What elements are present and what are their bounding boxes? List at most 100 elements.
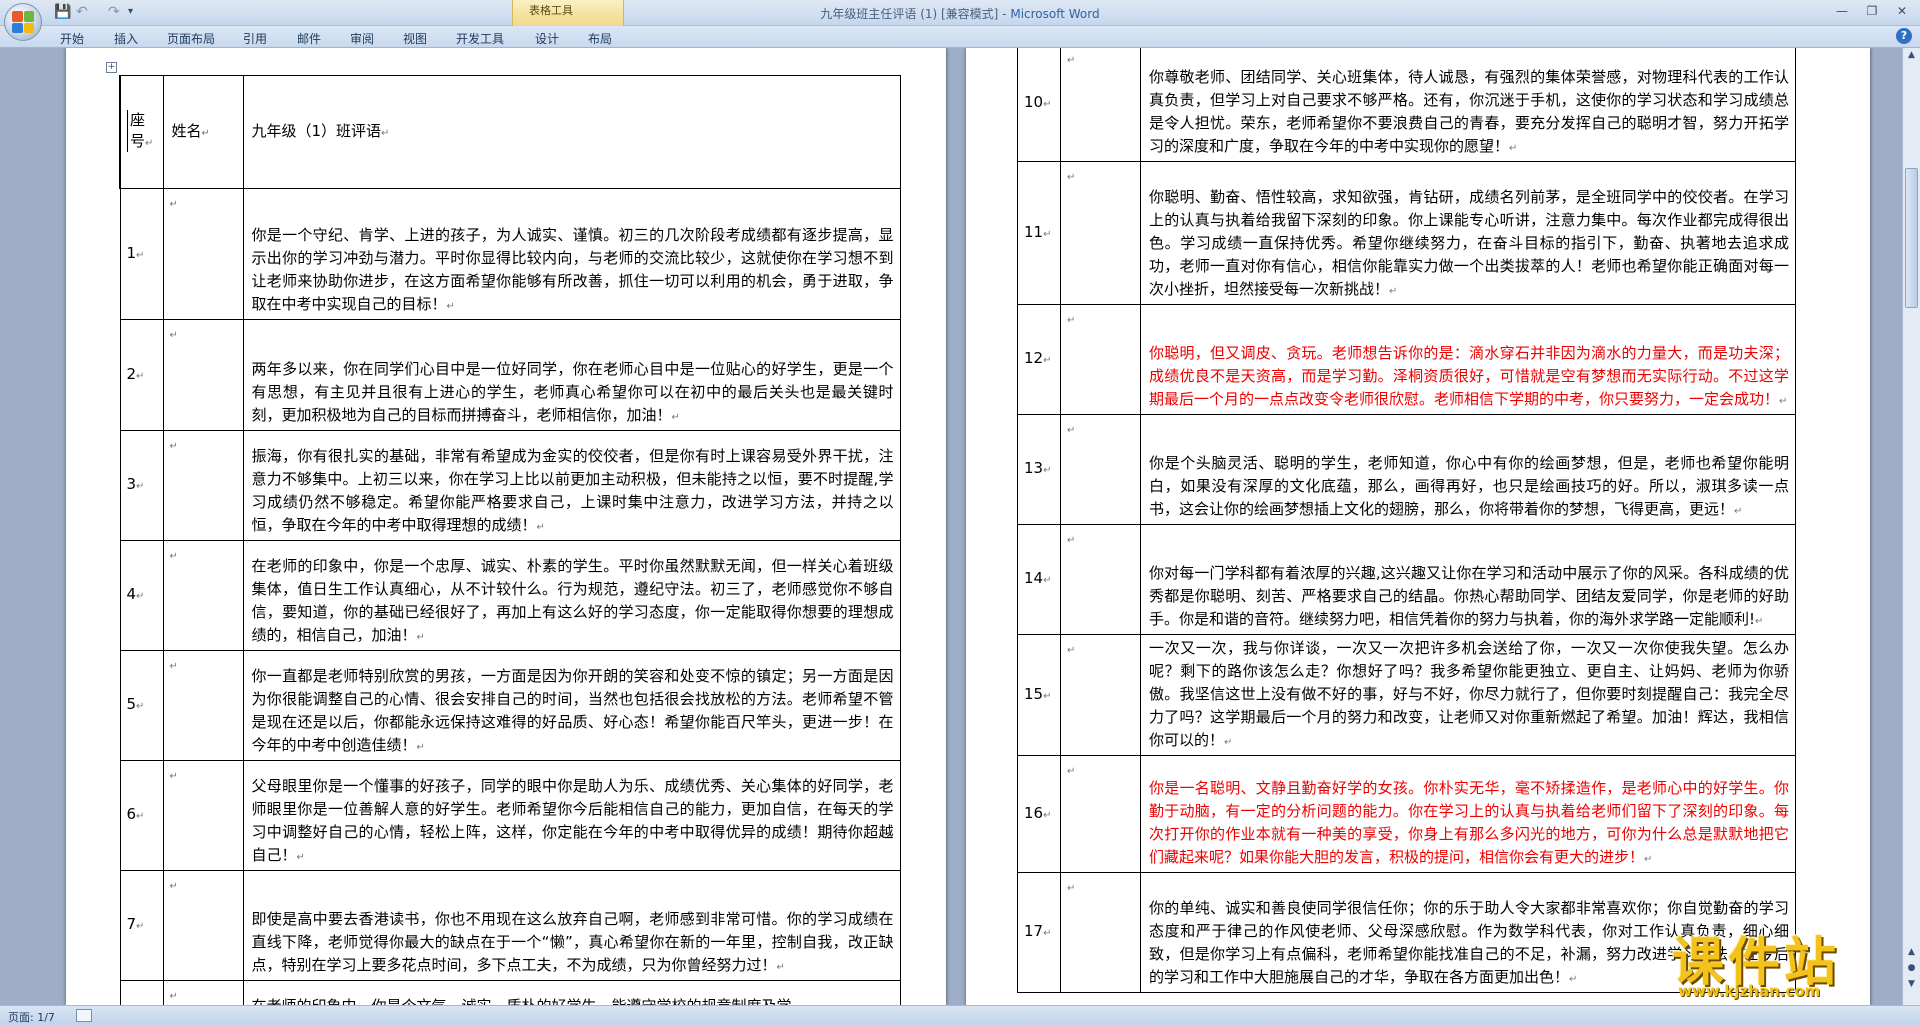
row-comment-15[interactable]: 一次又一次，我与你详谈，一次又一次把许多机会送给了你，一次又一次你使我失望。怎么…: [1140, 634, 1796, 756]
save-icon[interactable]: 💾: [54, 4, 71, 20]
table-row: 12↵ ↵ 你聪明，但又调皮、贪玩。老师想告诉你的是：滴水穿石并非因为滴水的力量…: [1017, 304, 1796, 415]
row-comment-14[interactable]: 你对每一门学科都有着浓厚的兴趣,这兴趣又让你在学习和活动中展示了你的风采。各科成…: [1140, 524, 1796, 635]
page-right: 10↵ ↵ 你尊敬老师、团结同学、关心班集体，待人诚恳，有强烈的集体荣誉感，对物…: [966, 48, 1870, 1005]
tab-insert[interactable]: 插入: [114, 30, 138, 47]
row-number-12[interactable]: 12↵: [1017, 304, 1061, 415]
header-name[interactable]: 姓名↵: [162, 75, 244, 189]
minimize-icon[interactable]: —: [1834, 3, 1850, 19]
table-row: 13↵ ↵ 你是个头脑灵活、聪明的学生，老师知道，你心中有你的绘画梦想，但是，老…: [1017, 414, 1796, 525]
row-comment-5[interactable]: 你一直都是老师特别欣赏的男孩，一方面是因为你开朗的笑容和处变不惊的镇定；另一方面…: [242, 650, 901, 761]
table-header-row: 座号↵ 姓名↵ 九年级（1）班评语↵: [119, 75, 901, 189]
redo-icon[interactable]: ↷: [108, 4, 120, 20]
tab-page-layout[interactable]: 页面布局: [167, 30, 215, 47]
row-comment-12[interactable]: 你聪明，但又调皮、贪玩。老师想告诉你的是：滴水穿石并非因为滴水的力量大，而是功夫…: [1140, 304, 1796, 415]
row-name-11[interactable]: ↵: [1060, 161, 1141, 305]
row-name-10[interactable]: ↵: [1060, 48, 1141, 162]
document-workspace: 座号↵ 姓名↵ 九年级（1）班评语↵ 1↵ ↵ 你是一个守纪、肯学、上进的孩子，…: [0, 48, 1920, 1005]
row-number-15[interactable]: 15↵: [1017, 634, 1061, 756]
table-row: 6↵ ↵ 父母眼里你是一个懂事的好孩子，同学的眼中你是助人为乐、成绩优秀、关心集…: [119, 760, 901, 871]
row-name-4[interactable]: ↵: [162, 540, 244, 651]
row-name-3[interactable]: ↵: [162, 430, 244, 541]
office-logo-icon: [12, 11, 34, 33]
window-title: 九年级班主任评语 (1) [兼容模式] - Microsoft Word: [0, 5, 1920, 22]
select-browse-object-icon[interactable]: ●: [1905, 963, 1918, 977]
row-comment-7[interactable]: 即使是高中要去香港读书，你也不用现在这么放弃自己啊，老师感到非常可惜。你的学习成…: [242, 870, 901, 981]
row-name-1[interactable]: ↵: [162, 188, 244, 320]
table-row: 5↵ ↵ 你一直都是老师特别欣赏的男孩，一方面是因为你开朗的笑容和处变不惊的镇定…: [119, 650, 901, 761]
table-row: 7↵ ↵ 即使是高中要去香港读书，你也不用现在这么放弃自己啊，老师感到非常可惜。…: [119, 870, 901, 981]
row-number-14[interactable]: 14↵: [1017, 524, 1061, 635]
row-comment-3[interactable]: 振海，你有很扎实的基础，非常有希望成为金实的佼佼者，但是你有时上课容易受外界干扰…: [242, 430, 901, 541]
row-number-17[interactable]: 17↵: [1017, 872, 1061, 993]
restore-icon[interactable]: ❐: [1864, 3, 1880, 19]
header-comment[interactable]: 九年级（1）班评语↵: [242, 75, 901, 189]
table-row: ↵ 在老师的印象中，你是个文气、诚实、质朴的好学生，能遵守学校的规章制度及学: [119, 980, 901, 1005]
row-number-16[interactable]: 16↵: [1017, 755, 1061, 873]
status-bar: 页面: 1/7: [0, 1005, 1920, 1025]
row-number-10[interactable]: 10↵: [1017, 48, 1061, 162]
row-name-6[interactable]: ↵: [162, 760, 244, 871]
row-name-15[interactable]: ↵: [1060, 634, 1141, 756]
scroll-up-icon[interactable]: ▲: [1905, 50, 1918, 64]
row-name-17[interactable]: ↵: [1060, 872, 1141, 993]
row-number-2[interactable]: 2↵: [119, 319, 164, 431]
page-indicator[interactable]: 页面: 1/7: [8, 1009, 55, 1025]
table-row: 15↵ ↵ 一次又一次，我与你详谈，一次又一次把许多机会送给了你，一次又一次你使…: [1017, 634, 1796, 756]
row-name-5[interactable]: ↵: [162, 650, 244, 761]
title-bar: 九年级班主任评语 (1) [兼容模式] - Microsoft Word 💾 ↶…: [0, 0, 1920, 26]
document-name: 九年级班主任评语 (1) [兼容模式]: [820, 7, 999, 21]
row-number-6[interactable]: 6↵: [119, 760, 164, 871]
row-comment-4[interactable]: 在老师的印象中，你是一个忠厚、诚实、朴素的学生。平时你虽然默默无闻，但一样关心着…: [242, 540, 901, 651]
row-comment-13[interactable]: 你是个头脑灵活、聪明的学生，老师知道，你心中有你的绘画梦想，但是，老师也希望你能…: [1140, 414, 1796, 525]
row-number-1[interactable]: 1↵: [119, 188, 164, 320]
row-comment-10[interactable]: 你尊敬老师、团结同学、关心班集体，待人诚恳，有强烈的集体荣誉感，对物理科代表的工…: [1140, 48, 1796, 162]
previous-page-icon[interactable]: ▲: [1905, 947, 1918, 961]
row-comment-2[interactable]: 两年多以来，你在同学们心目中是一位好同学，你在老师心目中是一位贴心的好学生，更是…: [242, 319, 901, 431]
tab-home[interactable]: 开始: [60, 30, 84, 47]
scroll-thumb[interactable]: [1905, 168, 1918, 308]
row-name-2[interactable]: ↵: [162, 319, 244, 431]
tab-view[interactable]: 视图: [403, 30, 427, 47]
proofing-icon[interactable]: [76, 1009, 92, 1022]
row-number-5[interactable]: 5↵: [119, 650, 164, 761]
row-name-7[interactable]: ↵: [162, 870, 244, 981]
row-name-16[interactable]: ↵: [1060, 755, 1141, 873]
row-number-3[interactable]: 3↵: [119, 430, 164, 541]
site-watermark: 课件站 www.kjzhan.com: [1672, 920, 1904, 1005]
vertical-scrollbar[interactable]: ▲ ▲ ● ▼: [1902, 48, 1920, 1005]
undo-icon[interactable]: ↶: [76, 4, 88, 20]
row-comment-16[interactable]: 你是一名聪明、文静且勤奋好学的女孩。你朴实无华，毫不矫揉造作，是老师心中的好学生…: [1140, 755, 1796, 873]
evaluation-table-left: 座号↵ 姓名↵ 九年级（1）班评语↵ 1↵ ↵ 你是一个守纪、肯学、上进的孩子，…: [119, 75, 901, 1005]
next-page-icon[interactable]: ▼: [1905, 979, 1918, 993]
tab-developer[interactable]: 开发工具: [456, 30, 504, 47]
row-name-12[interactable]: ↵: [1060, 304, 1141, 415]
row-number-8[interactable]: [119, 980, 164, 1005]
table-move-handle-icon[interactable]: +: [106, 62, 117, 73]
row-comment-1[interactable]: 你是一个守纪、肯学、上进的孩子，为人诚实、谨慎。初三的几次阶段考成绩都有逐步提高…: [242, 188, 901, 320]
tab-references[interactable]: 引用: [243, 30, 267, 47]
row-number-7[interactable]: 7↵: [119, 870, 164, 981]
app-name: Microsoft Word: [1010, 7, 1100, 21]
header-number[interactable]: 座号↵: [119, 75, 164, 189]
row-number-11[interactable]: 11↵: [1017, 161, 1061, 305]
row-comment-11[interactable]: 你聪明、勤奋、悟性较高，求知欲强，肯钻研，成绩名列前茅，是全班同学中的佼佼者。在…: [1140, 161, 1796, 305]
office-button[interactable]: [4, 3, 42, 41]
close-icon[interactable]: ✕: [1894, 3, 1910, 19]
row-number-13[interactable]: 13↵: [1017, 414, 1061, 525]
evaluation-table-right: 10↵ ↵ 你尊敬老师、团结同学、关心班集体，待人诚恳，有强烈的集体荣誉感，对物…: [1017, 48, 1796, 993]
tab-mailings[interactable]: 邮件: [297, 30, 321, 47]
row-name-13[interactable]: ↵: [1060, 414, 1141, 525]
row-number-4[interactable]: 4↵: [119, 540, 164, 651]
tab-review[interactable]: 审阅: [350, 30, 374, 47]
table-row: 16↵ ↵ 你是一名聪明、文静且勤奋好学的女孩。你朴实无华，毫不矫揉造作，是老师…: [1017, 755, 1796, 873]
help-icon[interactable]: ?: [1896, 28, 1912, 44]
customize-quick-access-icon[interactable]: ▾: [128, 6, 133, 17]
row-name-8[interactable]: ↵: [162, 980, 244, 1005]
row-comment-6[interactable]: 父母眼里你是一个懂事的好孩子，同学的眼中你是助人为乐、成绩优秀、关心集体的好同学…: [242, 760, 901, 871]
tab-design[interactable]: 设计: [535, 30, 559, 47]
table-tools-label: 表格工具: [529, 4, 573, 17]
row-name-14[interactable]: ↵: [1060, 524, 1141, 635]
tab-layout[interactable]: 布局: [588, 30, 612, 47]
table-row: 3↵ ↵ 振海，你有很扎实的基础，非常有希望成为金实的佼佼者，但是你有时上课容易…: [119, 430, 901, 541]
row-comment-8[interactable]: 在老师的印象中，你是个文气、诚实、质朴的好学生，能遵守学校的规章制度及学: [242, 980, 901, 1005]
